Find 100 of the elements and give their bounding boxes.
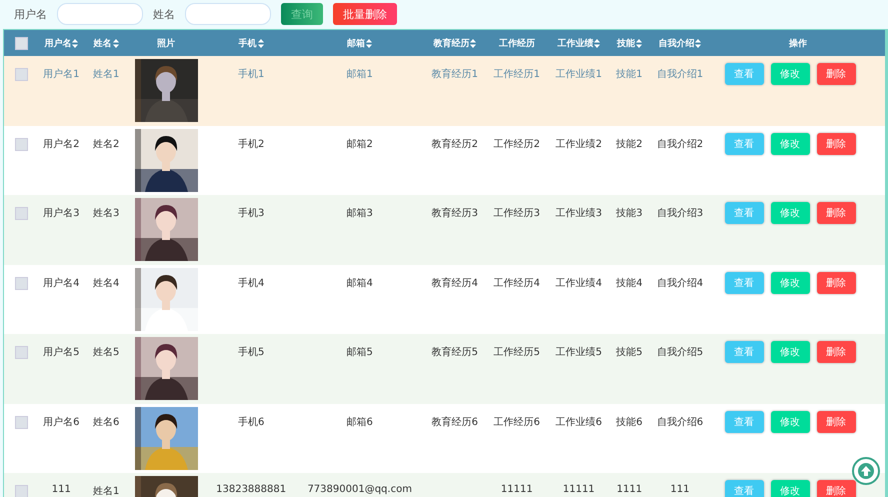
table-cell: 工作经历6 bbox=[494, 416, 540, 428]
action-button[interactable]: 查看 bbox=[724, 202, 764, 224]
table-cell: 姓名1 bbox=[92, 69, 120, 80]
sort-icon[interactable] bbox=[258, 38, 264, 48]
table-cell: 用户名2 bbox=[43, 138, 80, 150]
table-cell: 教育经历1 bbox=[432, 69, 478, 80]
sort-icon[interactable] bbox=[594, 38, 600, 48]
table-cell: 教育经历5 bbox=[432, 347, 478, 358]
action-button[interactable]: 查看 bbox=[724, 341, 764, 363]
action-button[interactable]: 修改 bbox=[770, 480, 810, 497]
action-button[interactable]: 修改 bbox=[770, 272, 810, 294]
action-button[interactable]: 查看 bbox=[724, 480, 764, 497]
action-button[interactable]: 修改 bbox=[770, 410, 810, 432]
table-cell: 用户名5 bbox=[43, 347, 80, 358]
table-cell: 手机6 bbox=[238, 416, 264, 428]
table-cell: 自我介绍3 bbox=[656, 208, 704, 219]
table-cell: 邮箱5 bbox=[346, 347, 373, 358]
sort-icon[interactable] bbox=[366, 38, 372, 48]
table-cell: 姓名5 bbox=[92, 347, 120, 358]
table-cell: 工作业绩5 bbox=[556, 347, 602, 358]
table-cell: 自我介绍4 bbox=[656, 278, 704, 288]
action-button[interactable]: 删除 bbox=[816, 480, 856, 497]
table-cell: 自我介绍5 bbox=[656, 347, 704, 358]
action-button[interactable]: 查看 bbox=[724, 410, 764, 432]
table-cell: 11111 bbox=[562, 484, 595, 495]
table-cell: 工作经历5 bbox=[494, 347, 540, 358]
table-cell: 手机3 bbox=[238, 208, 264, 219]
table-cell: 教育经历6 bbox=[432, 416, 478, 428]
column-header: 照片 bbox=[157, 37, 176, 50]
table-cell: 自我介绍6 bbox=[656, 416, 704, 428]
action-button[interactable]: 查看 bbox=[724, 63, 764, 85]
arrow-up-icon bbox=[858, 463, 874, 479]
sort-icon[interactable] bbox=[470, 38, 476, 48]
action-button[interactable]: 删除 bbox=[816, 63, 856, 85]
table-cell: 教育经历4 bbox=[432, 278, 478, 288]
row-checkbox[interactable] bbox=[14, 138, 28, 150]
table-cell: 邮箱4 bbox=[346, 278, 373, 288]
sort-icon[interactable] bbox=[695, 38, 702, 48]
table-cell: 工作业绩4 bbox=[556, 278, 602, 288]
table-cell: 手机1 bbox=[238, 69, 264, 80]
action-button[interactable]: 删除 bbox=[816, 410, 856, 432]
row-checkbox[interactable] bbox=[14, 485, 28, 497]
table-cell: 111 bbox=[52, 484, 71, 495]
action-button[interactable]: 删除 bbox=[816, 341, 856, 363]
search-field[interactable] bbox=[57, 3, 143, 25]
row-checkbox[interactable] bbox=[14, 416, 28, 428]
select-all-checkbox[interactable] bbox=[14, 36, 28, 50]
row-checkbox[interactable] bbox=[14, 207, 28, 220]
row-checkbox[interactable] bbox=[14, 346, 28, 359]
table-cell: 工作经历2 bbox=[494, 138, 540, 150]
table-cell: 111 bbox=[670, 484, 690, 495]
table-cell: 手机5 bbox=[238, 347, 264, 358]
table-cell: 技能2 bbox=[616, 138, 643, 150]
action-button[interactable]: 删除 bbox=[816, 202, 856, 224]
table-cell: 工作经历3 bbox=[494, 208, 540, 219]
row-checkbox[interactable] bbox=[14, 276, 28, 290]
table-cell: 工作业绩3 bbox=[556, 208, 602, 219]
column-header: 教育经历 bbox=[433, 37, 470, 50]
table-cell: 技能3 bbox=[616, 208, 643, 219]
field-label: 姓名 bbox=[153, 6, 175, 22]
action-button[interactable]: 查看 bbox=[724, 272, 764, 294]
action-button[interactable]: 修改 bbox=[770, 63, 810, 85]
table-cell: 教育经历3 bbox=[432, 208, 478, 219]
action-button[interactable]: 修改 bbox=[770, 341, 810, 363]
table-cell: 手机4 bbox=[238, 278, 264, 288]
table-cell: 姓名3 bbox=[92, 208, 120, 219]
table-cell: 11111 bbox=[500, 484, 533, 495]
table-cell: 13823888881 bbox=[216, 484, 286, 495]
search-button[interactable]: 批量删除 bbox=[333, 3, 397, 25]
action-button[interactable]: 删除 bbox=[816, 132, 856, 154]
action-button[interactable]: 删除 bbox=[816, 272, 856, 294]
table-cell: 工作经历1 bbox=[494, 69, 540, 80]
column-header: 邮箱 bbox=[347, 37, 366, 50]
table-cell: 工作业绩1 bbox=[556, 69, 602, 80]
action-button[interactable]: 查看 bbox=[724, 132, 764, 154]
table-cell: 姓名2 bbox=[92, 138, 120, 150]
column-header: 自我介绍 bbox=[658, 38, 694, 50]
column-header: 姓名 bbox=[94, 38, 112, 50]
table-cell: 邮箱6 bbox=[346, 416, 373, 428]
table-cell: 邮箱1 bbox=[346, 69, 373, 80]
sort-icon[interactable] bbox=[636, 38, 642, 48]
table-cell: 手机2 bbox=[238, 138, 264, 150]
sort-icon[interactable] bbox=[112, 38, 119, 48]
table-cell: 773890001@qq.com bbox=[307, 484, 412, 495]
table-cell: 技能4 bbox=[616, 278, 643, 288]
sort-icon[interactable] bbox=[72, 38, 78, 48]
column-header: 用户名 bbox=[44, 37, 72, 50]
table-cell: 工作业绩6 bbox=[556, 416, 602, 428]
column-header: 技能 bbox=[616, 38, 635, 50]
row-checkbox[interactable] bbox=[14, 68, 28, 81]
table-cell: 邮箱2 bbox=[346, 138, 373, 150]
action-button[interactable]: 修改 bbox=[770, 202, 810, 224]
column-header: 操作 bbox=[789, 38, 807, 50]
search-field[interactable] bbox=[185, 3, 271, 25]
table-cell: 教育经历2 bbox=[432, 138, 478, 150]
column-header: 手机 bbox=[238, 37, 257, 50]
action-button[interactable]: 修改 bbox=[770, 132, 810, 154]
search-button[interactable]: 查询 bbox=[281, 3, 323, 25]
table-cell: 用户名6 bbox=[43, 416, 80, 428]
table-cell: 自我介绍1 bbox=[656, 69, 704, 80]
